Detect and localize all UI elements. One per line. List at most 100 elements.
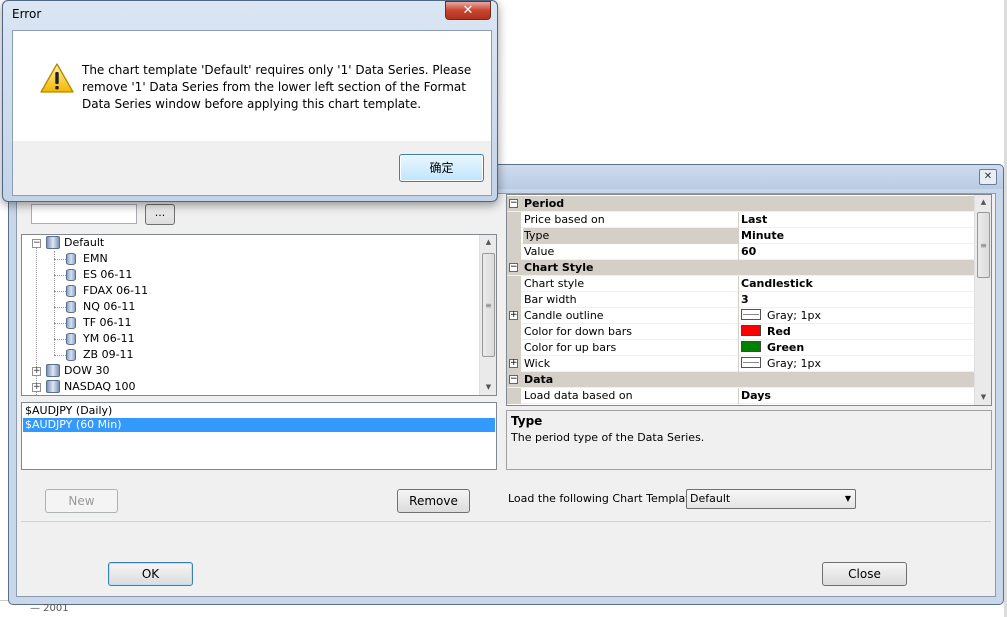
message-area: The chart template 'Default' requires on…	[13, 31, 491, 141]
property-row[interactable]: Value 60	[507, 244, 975, 260]
database-folder-icon	[46, 364, 60, 377]
property-row[interactable]: Color for down bars Red	[507, 324, 975, 340]
chart-template-label: Load the following Chart Template:	[508, 492, 701, 505]
property-name: Chart style	[524, 277, 585, 290]
tree-scrollbar[interactable]: ▲ ≡ ▼	[479, 235, 496, 395]
data-series-list[interactable]: $AUDJPY (Daily) $AUDJPY (60 Min)	[21, 402, 497, 470]
property-grid-scrollbar[interactable]: ▲ ≡ ▼	[974, 195, 991, 405]
property-name: Price based on	[524, 213, 605, 226]
tree-node-label: NASDAQ 100	[64, 380, 136, 393]
dialog-title: Error	[12, 7, 42, 21]
property-row[interactable]: Chart style Candlestick	[507, 276, 975, 292]
chart-template-select[interactable]: Default ▼	[686, 489, 856, 509]
color-swatch-red	[741, 325, 761, 336]
remove-button[interactable]: Remove	[397, 489, 470, 513]
warning-icon	[40, 63, 74, 93]
dropdown-arrow-icon: ▼	[844, 494, 851, 503]
collapse-icon[interactable]: −	[509, 199, 518, 208]
property-value[interactable]: Last	[740, 212, 975, 228]
property-value[interactable]: Days	[740, 388, 975, 404]
database-icon	[66, 333, 76, 345]
property-value[interactable]: Green	[740, 340, 975, 356]
divider	[21, 521, 991, 522]
expand-icon[interactable]: +	[32, 367, 41, 376]
property-name: Wick	[524, 357, 551, 370]
category-chart-style[interactable]: − Chart Style	[507, 260, 975, 276]
tree-node-label: ES 06-11	[83, 268, 133, 281]
property-value[interactable]: 3	[740, 292, 975, 308]
format-data-series-window: ✕ ... − Default EMN ES 06-11 FDAX 06-11 …	[8, 164, 1004, 605]
list-item[interactable]: $AUDJPY (Daily)	[23, 404, 495, 418]
property-row[interactable]: + Wick Gray; 1px	[507, 356, 975, 372]
description-text: The period type of the Data Series.	[511, 431, 705, 444]
browse-button[interactable]: ...	[145, 204, 175, 225]
property-name: Color for up bars	[524, 341, 617, 354]
property-row[interactable]: Bar width 3	[507, 292, 975, 308]
property-value[interactable]: Minute	[740, 228, 975, 244]
scroll-thumb[interactable]: ≡	[977, 212, 990, 278]
property-value[interactable]: Candlestick	[740, 276, 975, 292]
description-title: Type	[511, 414, 543, 428]
instrument-search-input[interactable]	[31, 204, 137, 224]
property-name: Type	[523, 228, 738, 244]
database-folder-icon	[46, 236, 60, 249]
category-label: Data	[524, 373, 554, 386]
error-message: The chart template 'Default' requires on…	[82, 63, 472, 111]
color-swatch-green	[741, 341, 761, 352]
property-row[interactable]: Color for up bars Green	[507, 340, 975, 356]
category-period[interactable]: − Period	[507, 196, 975, 212]
tree-node-label: YM 06-11	[83, 332, 135, 345]
database-folder-icon	[46, 380, 60, 393]
property-row[interactable]: Price based on Last	[507, 212, 975, 228]
tree-node-label: DOW 30	[64, 364, 110, 377]
dialog-ok-button[interactable]: 确定	[399, 154, 484, 182]
background-partial-text: — 2001	[30, 603, 69, 614]
category-label: Period	[524, 197, 565, 210]
close-button[interactable]: Close	[822, 562, 907, 586]
error-dialog: Error ✕ The chart template 'Default' req…	[2, 0, 498, 202]
expand-icon[interactable]: +	[509, 359, 518, 368]
category-data[interactable]: − Data	[507, 372, 975, 388]
expand-icon[interactable]: +	[32, 383, 41, 392]
new-button[interactable]: New	[45, 489, 118, 513]
property-value[interactable]: Gray; 1px	[740, 356, 975, 372]
property-row-selected[interactable]: Type Minute	[507, 228, 975, 244]
line-style-swatch	[741, 309, 761, 320]
property-name: Color for down bars	[524, 325, 632, 338]
collapse-icon[interactable]: −	[32, 239, 41, 248]
property-grid[interactable]: − Period Price based on Last Type Minute…	[506, 194, 992, 406]
collapse-icon[interactable]: −	[509, 263, 518, 272]
tree-node-label: ZB 09-11	[83, 348, 134, 361]
scroll-up-icon[interactable]: ▲	[975, 195, 991, 210]
property-row[interactable]: Load data based on Days	[507, 388, 975, 404]
property-value[interactable]: 60	[740, 244, 975, 260]
database-icon	[66, 269, 76, 281]
instrument-tree[interactable]: − Default EMN ES 06-11 FDAX 06-11 NQ 06-…	[21, 234, 497, 396]
property-description-panel: Type The period type of the Data Series.	[506, 410, 992, 470]
category-label: Chart Style	[524, 261, 594, 274]
property-value[interactable]: Gray; 1px	[740, 308, 975, 324]
scroll-thumb[interactable]: ≡	[482, 253, 495, 357]
tree-node-label: NQ 06-11	[83, 300, 136, 313]
tree-node-label: FDAX 06-11	[83, 284, 149, 297]
scroll-down-icon[interactable]: ▼	[975, 390, 991, 405]
line-style-swatch	[741, 357, 761, 368]
property-name: Load data based on	[524, 389, 633, 402]
database-icon	[66, 349, 76, 361]
dialog-body: The chart template 'Default' requires on…	[12, 30, 492, 196]
window-close-button[interactable]: ✕	[979, 169, 997, 185]
list-item-selected[interactable]: $AUDJPY (60 Min)	[23, 418, 495, 432]
dialog-close-button[interactable]: ✕	[445, 1, 491, 20]
window-client-area: ... − Default EMN ES 06-11 FDAX 06-11 NQ…	[16, 193, 996, 597]
scroll-down-icon[interactable]: ▼	[480, 380, 496, 395]
property-name: Bar width	[524, 293, 577, 306]
database-icon	[66, 317, 76, 329]
expand-icon[interactable]: +	[509, 311, 518, 320]
collapse-icon[interactable]: −	[509, 375, 518, 384]
ok-button[interactable]: OK	[108, 562, 193, 586]
scroll-up-icon[interactable]: ▲	[480, 235, 496, 250]
property-row[interactable]: + Candle outline Gray; 1px	[507, 308, 975, 324]
database-icon	[66, 301, 76, 313]
property-value[interactable]: Red	[740, 324, 975, 340]
property-name: Candle outline	[524, 309, 604, 322]
